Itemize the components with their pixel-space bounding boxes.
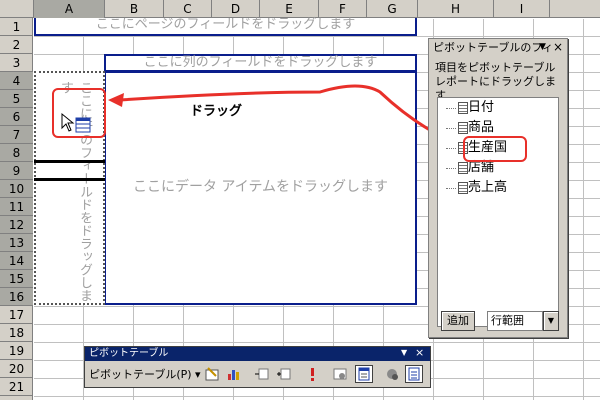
close-icon[interactable]: ×: [553, 40, 563, 54]
field-highlight: [463, 136, 527, 162]
tree-connector: [446, 128, 456, 129]
always-display-icon[interactable]: [405, 365, 423, 383]
field-icon: [458, 122, 468, 134]
field-list-icon[interactable]: [355, 365, 373, 383]
toolbar-title: ピボットテーブル: [89, 348, 169, 359]
panel-title: ピボットテーブルのフィ: [429, 39, 567, 57]
field-settings-icon[interactable]: [331, 365, 349, 383]
chevron-down-icon[interactable]: ▼: [543, 311, 559, 331]
tree-connector: [446, 168, 456, 169]
field-item-date[interactable]: 日付: [468, 99, 494, 117]
chevron-down-icon[interactable]: ▼: [401, 348, 407, 357]
panel-title-text: ピボットテーブルのフィ: [433, 41, 554, 54]
hide-items-icon[interactable]: [383, 365, 401, 383]
field-item-product[interactable]: 商品: [468, 119, 494, 137]
field-item-sales[interactable]: 売上高: [468, 179, 507, 197]
toolbar-menu-label: ピボットテーブル(P): [89, 368, 192, 381]
tree-connector: [446, 148, 456, 149]
toolbar-menu[interactable]: ピボットテーブル(P) ▾: [89, 366, 201, 382]
chevron-down-icon[interactable]: ▼: [539, 42, 546, 52]
tree-connector: [446, 108, 456, 109]
field-list-box[interactable]: 日付 商品 生産国 店舗 売上高: [437, 97, 559, 327]
toolbar-title-bar[interactable]: ピボットテーブル: [85, 347, 430, 361]
field-icon: [458, 102, 468, 114]
field-icon: [458, 162, 468, 174]
refresh-icon[interactable]: [303, 365, 321, 383]
chart-wizard-icon[interactable]: [225, 365, 243, 383]
hide-detail-icon[interactable]: [253, 365, 271, 383]
show-detail-icon[interactable]: [275, 365, 293, 383]
field-icon: [458, 182, 468, 194]
pivot-toolbar: ピボットテーブル ▼ × ピボットテーブル(P) ▾: [84, 346, 431, 388]
area-select[interactable]: 行範囲: [487, 311, 543, 331]
format-report-icon[interactable]: [203, 365, 221, 383]
close-icon[interactable]: ×: [415, 346, 424, 359]
drag-label: ドラッグ: [190, 104, 243, 119]
add-button[interactable]: 追加: [441, 311, 475, 331]
pivot-field-list-panel: ピボットテーブルのフィ ▼ × 項目をピボットテーブル レポートにドラッグします…: [428, 38, 568, 338]
tree-connector: [446, 188, 456, 189]
